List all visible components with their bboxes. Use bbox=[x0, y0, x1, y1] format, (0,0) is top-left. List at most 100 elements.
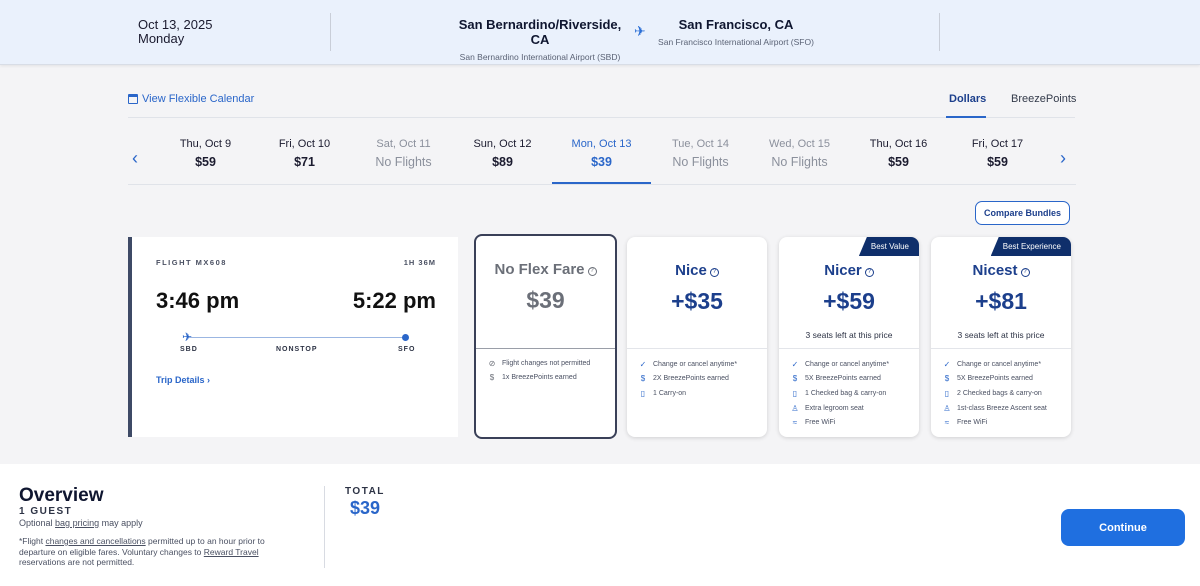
tab-divider bbox=[128, 117, 1075, 118]
trip-header: Oct 13, 2025 Monday San Bernardino/River… bbox=[0, 0, 1200, 65]
view-flexible-calendar-link[interactable]: View Flexible Calendar bbox=[128, 93, 254, 105]
divider bbox=[779, 348, 919, 349]
feature-label: 2 Checked bags & carry-on bbox=[957, 389, 1042, 397]
tab-breezepoints[interactable]: BreezePoints bbox=[1011, 93, 1076, 105]
trip-details-label: Trip Details bbox=[156, 375, 205, 385]
fare-name-text: Nicer bbox=[824, 262, 862, 279]
date-price: No Flights bbox=[375, 155, 432, 169]
destination-airport: San Francisco International Airport (SFO… bbox=[658, 37, 814, 47]
date-option[interactable]: Sun, Oct 12 $89 bbox=[453, 138, 552, 169]
date-option[interactable]: Wed, Oct 15 No Flights bbox=[750, 138, 849, 169]
help-icon[interactable]: ? bbox=[587, 267, 597, 276]
origin: San Bernardino/Riverside, CA San Bernard… bbox=[454, 17, 626, 62]
feature-item: $5X BreezePoints earned bbox=[942, 372, 1047, 387]
feature-label: Change or cancel anytime* bbox=[957, 360, 1042, 368]
feature-label: 2X BreezePoints earned bbox=[653, 375, 729, 383]
date-option[interactable]: Thu, Oct 16 $59 bbox=[849, 138, 948, 169]
total-price: $39 bbox=[350, 498, 381, 518]
origin-airport: San Bernardino International Airport (SB… bbox=[459, 52, 621, 62]
date-label: Sat, Oct 11 bbox=[376, 138, 431, 150]
date-label: Thu, Oct 9 bbox=[179, 138, 232, 150]
bag-pricing-note: Optional bag pricing may apply bbox=[19, 518, 143, 528]
fare-name-text: No Flex Fare bbox=[494, 261, 585, 278]
date-option[interactable]: Thu, Oct 9 $59 bbox=[156, 138, 255, 169]
destination: San Francisco, CA San Francisco Internat… bbox=[656, 17, 816, 47]
feature-item: ≈ Free WiFi bbox=[790, 415, 889, 430]
fare-nice[interactable]: Nice? +$35 ✓ Change or cancel anytime* $2… bbox=[627, 237, 767, 437]
fare-features: ✓ Change or cancel anytime* $5X BreezePoi… bbox=[790, 357, 889, 430]
chevron-right-icon[interactable]: › bbox=[1060, 148, 1066, 169]
origin-code: SBD bbox=[180, 346, 198, 353]
help-icon[interactable]: ? bbox=[709, 268, 719, 277]
stops-label: NONSTOP bbox=[276, 346, 318, 353]
fare-no-flex[interactable]: No Flex Fare? $39 ⊘ Flight changes not pe… bbox=[474, 234, 617, 439]
departure-time: 3:46 pm bbox=[156, 288, 240, 313]
flight-duration: 1H 36M bbox=[403, 258, 436, 267]
feature-item: ≈ Free WiFi bbox=[942, 415, 1047, 430]
date-option[interactable]: Tue, Oct 14 No Flights bbox=[651, 138, 750, 169]
guest-count: 1 GUEST bbox=[19, 506, 73, 517]
fare-features: ⊘ Flight changes not permitted $1x Breeze… bbox=[487, 356, 591, 386]
bag-note-post: may apply bbox=[101, 518, 143, 528]
feature-item: ✓ Change or cancel anytime* bbox=[790, 357, 889, 372]
feature-label: Change or cancel anytime* bbox=[653, 360, 738, 368]
date-option[interactable]: Sat, Oct 11 No Flights bbox=[354, 138, 453, 169]
seat-icon: ♙ bbox=[943, 403, 951, 413]
feature-item: ▯ 2 Checked bags & carry-on bbox=[942, 386, 1047, 401]
date-price: $59 bbox=[195, 155, 216, 169]
destination-dot bbox=[402, 334, 409, 341]
changes-cancellations-link[interactable]: changes and cancellations bbox=[45, 536, 145, 546]
feature-item: ▯ 1 Checked bag & carry-on bbox=[790, 386, 889, 401]
continue-button[interactable]: Continue bbox=[1061, 509, 1185, 546]
seats-left: 3 seats left at this price bbox=[957, 330, 1045, 340]
feature-item: ♙ 1st-class Breeze Ascent seat bbox=[942, 401, 1047, 416]
reward-travel-link[interactable]: Reward Travel bbox=[204, 547, 259, 557]
feature-label: 1 Carry-on bbox=[653, 389, 687, 397]
date-option[interactable]: Fri, Oct 17 $59 bbox=[948, 138, 1047, 169]
fare-name-text: Nice bbox=[675, 262, 707, 279]
fare-price: $39 bbox=[526, 287, 565, 313]
divider bbox=[476, 348, 615, 349]
chevron-left-icon[interactable]: ‹ bbox=[132, 148, 138, 169]
feature-label: 1st-class Breeze Ascent seat bbox=[957, 404, 1047, 412]
dollar-icon: $ bbox=[640, 374, 646, 384]
feature-item: ⊘ Flight changes not permitted bbox=[487, 356, 591, 371]
fare-nicer[interactable]: Best Value Nicer? +$59 3 seats left at t… bbox=[779, 237, 919, 437]
date-price: $39 bbox=[591, 155, 612, 169]
tab-dollars[interactable]: Dollars bbox=[949, 93, 986, 105]
fare-name: Nicer? bbox=[779, 262, 919, 279]
fare-features: ✓ Change or cancel anytime* $2X BreezePoi… bbox=[638, 357, 737, 401]
date-option-selected[interactable]: Mon, Oct 13 $39 bbox=[552, 138, 651, 184]
check-icon: ✓ bbox=[791, 359, 799, 369]
plane-icon: ✈ bbox=[634, 23, 646, 39]
divider bbox=[939, 13, 940, 51]
dollar-icon: $ bbox=[792, 374, 798, 384]
feature-label: Extra legroom seat bbox=[805, 404, 864, 412]
fare-nicest[interactable]: Best Experience Nicest? +$81 3 seats lef… bbox=[931, 237, 1071, 437]
help-icon[interactable]: ? bbox=[864, 268, 874, 277]
feature-label: Flight changes not permitted bbox=[502, 359, 591, 367]
date-option[interactable]: Fri, Oct 10 $71 bbox=[255, 138, 354, 169]
feature-item: $1x BreezePoints earned bbox=[487, 371, 590, 386]
feature-item: ✓ Change or cancel anytime* bbox=[638, 357, 737, 372]
dollar-icon: $ bbox=[489, 373, 495, 383]
feature-label: Change or cancel anytime* bbox=[805, 360, 890, 368]
route-line bbox=[188, 337, 407, 338]
trip-weekday: Monday bbox=[138, 31, 185, 46]
bag-pricing-link[interactable]: bag pricing bbox=[55, 518, 99, 528]
date-label: Thu, Oct 16 bbox=[869, 138, 928, 150]
divider bbox=[627, 348, 767, 349]
trip-details-link[interactable]: Trip Details › bbox=[156, 375, 210, 385]
bag-icon: ▯ bbox=[792, 388, 798, 398]
fare-name: Nicest? bbox=[931, 262, 1071, 279]
fare-name: Nice? bbox=[627, 262, 767, 279]
compare-bundles-button[interactable]: Compare Bundles bbox=[975, 201, 1070, 225]
total-label: TOTAL bbox=[345, 486, 385, 497]
help-icon[interactable]: ? bbox=[1020, 268, 1030, 277]
feature-label: Free WiFi bbox=[957, 419, 988, 427]
flight-number: FLIGHT MX608 bbox=[156, 258, 227, 267]
date-price: $71 bbox=[294, 155, 315, 169]
date-price: $59 bbox=[987, 155, 1008, 169]
note-text: reservations are not permitted. bbox=[19, 557, 135, 567]
best-experience-badge: Best Experience bbox=[990, 237, 1071, 256]
